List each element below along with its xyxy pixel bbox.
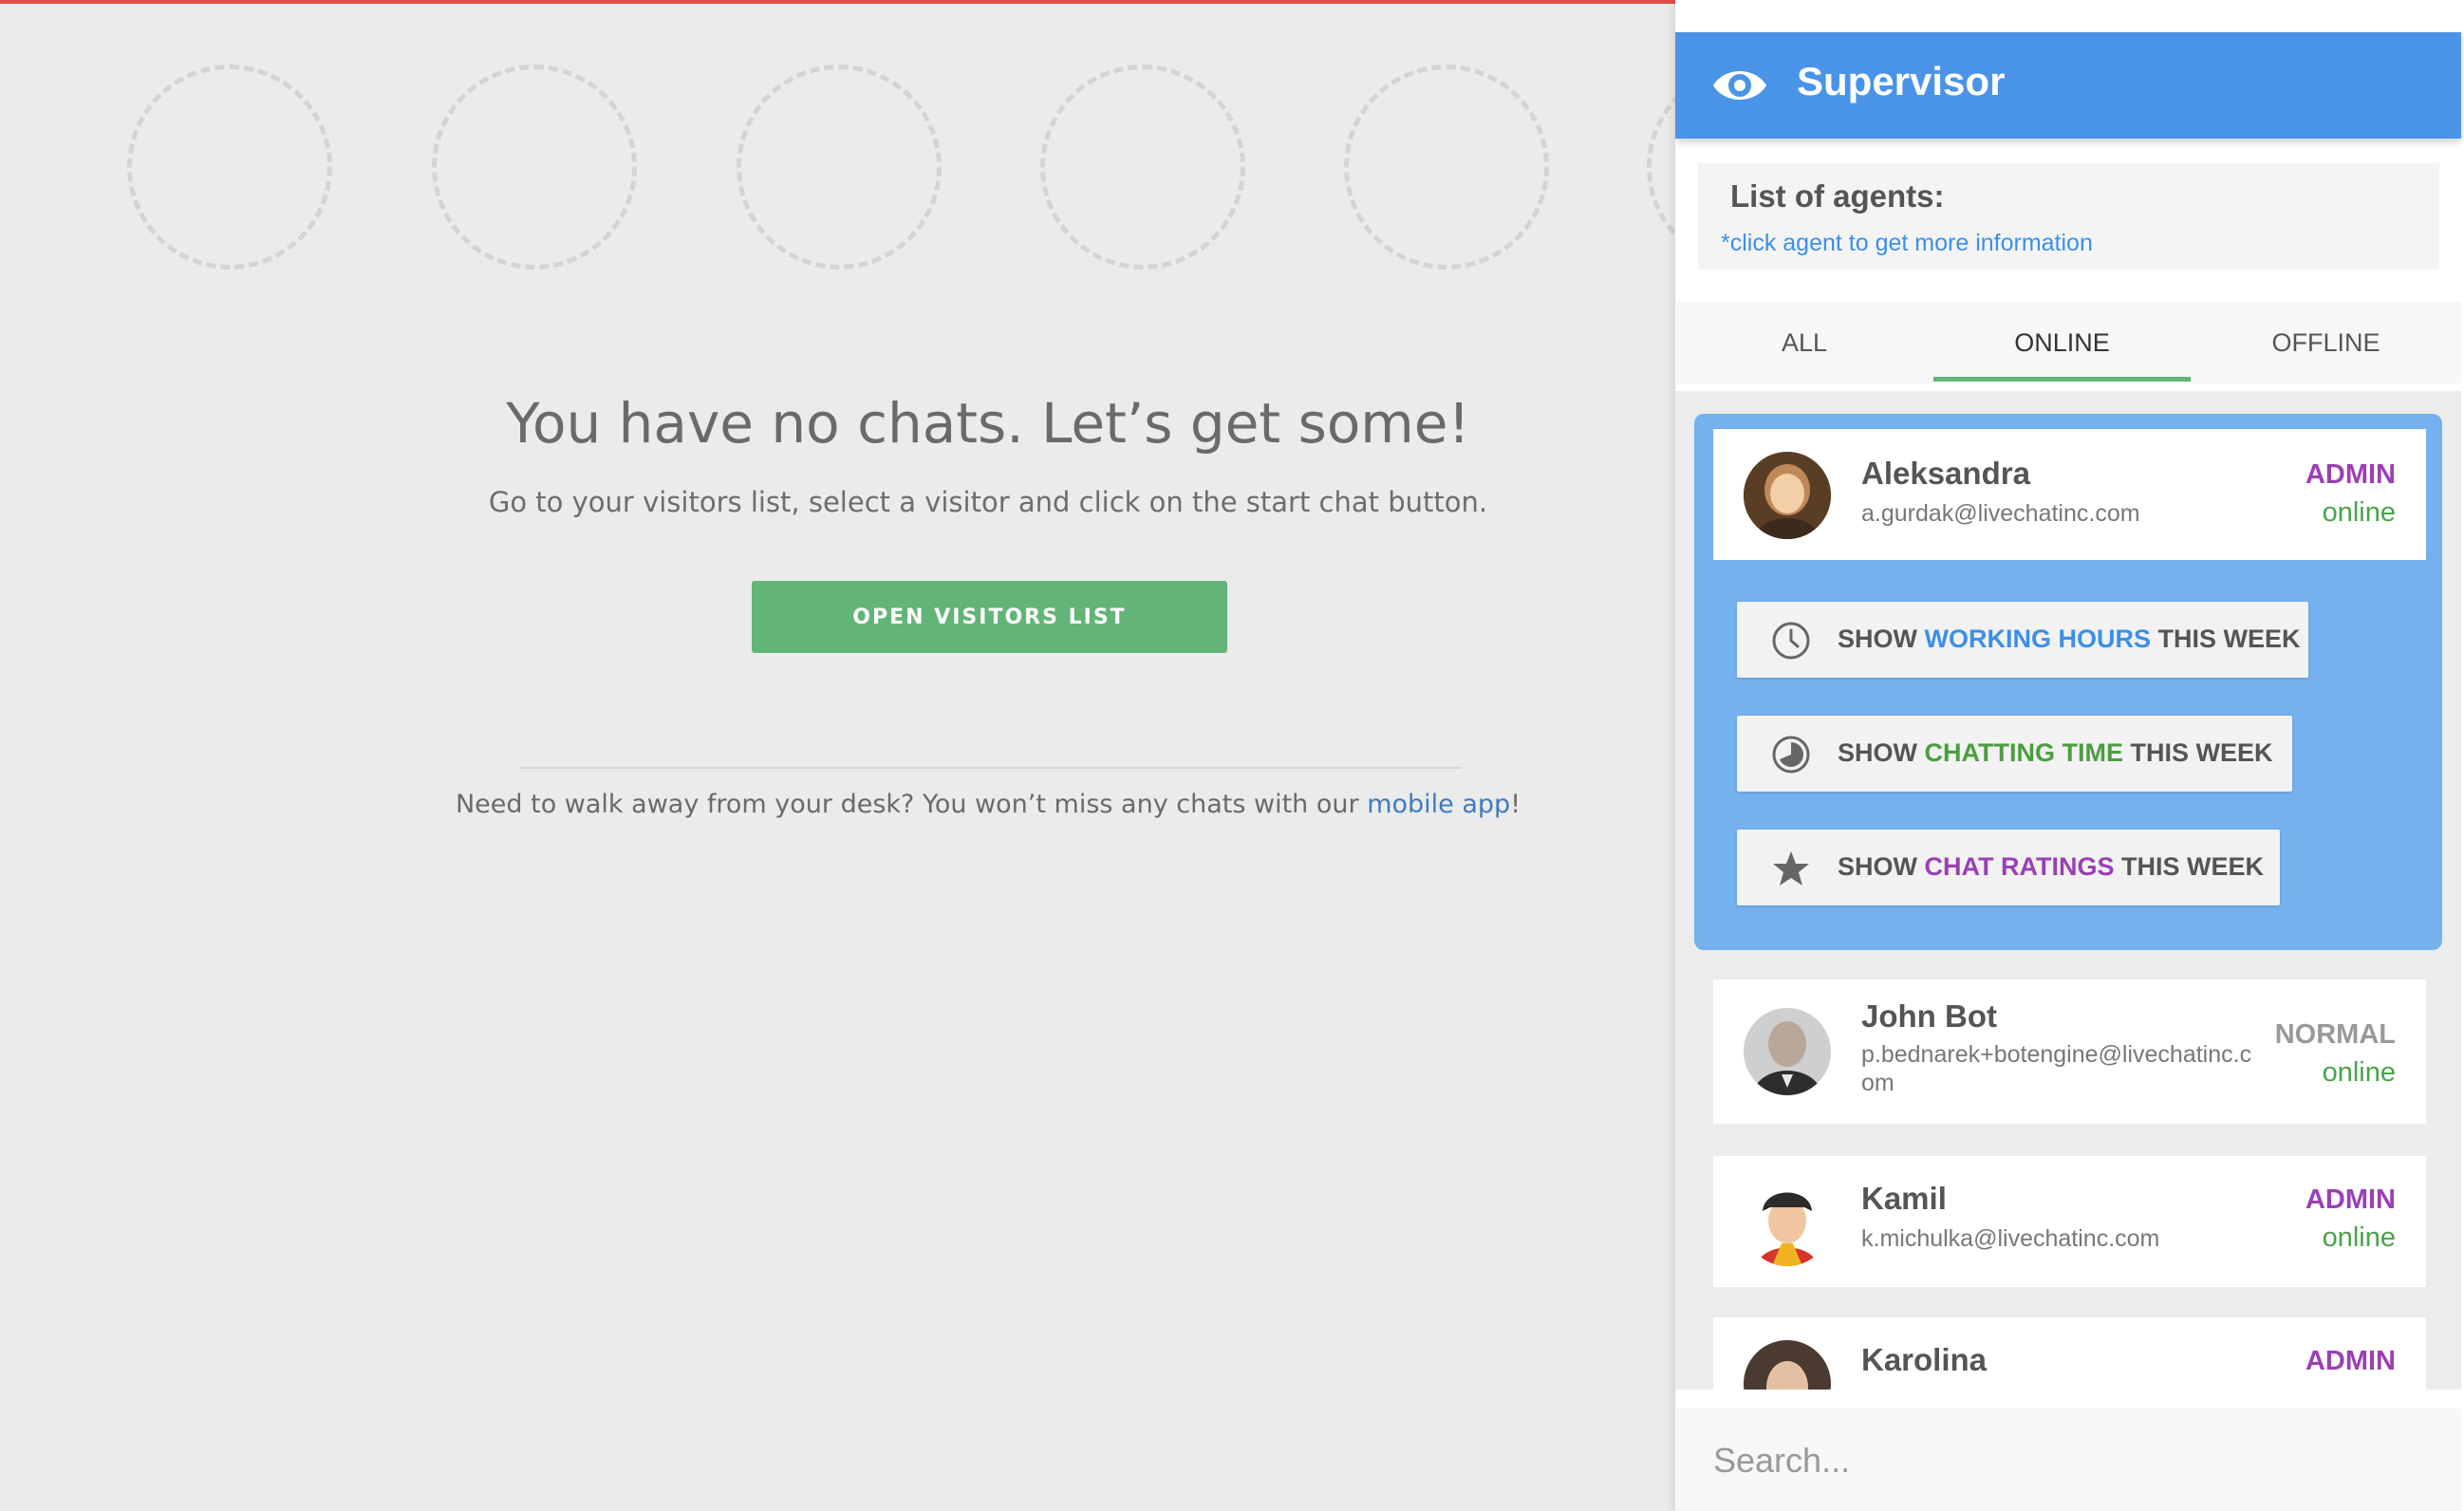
mobile-app-link[interactable]: mobile app (1367, 790, 1510, 819)
divider (519, 767, 1462, 769)
action-highlight: WORKING HOURS (1924, 625, 2152, 653)
action-highlight: CHAT RATINGS (1924, 852, 2115, 881)
agent-email: a.gurdak@livechatinc.com (1861, 500, 2140, 527)
action-highlight: CHATTING TIME (1924, 738, 2123, 767)
placeholder-circle (432, 65, 637, 270)
supervisor-panel: Supervisor List of agents: *click agent … (1675, 0, 2464, 1511)
avatar-image (1744, 1008, 1831, 1095)
action-suffix: THIS WEEK (2122, 738, 2273, 767)
agent-role-badge: NORMAL (2274, 1019, 2396, 1050)
agent-name: John Bot (1861, 998, 1997, 1034)
main-chat-area: You have no chats. Let’s get some! Go to… (0, 0, 1852, 1511)
action-suffix: THIS WEEK (2114, 852, 2264, 881)
agents-list-hint: *click agent to get more information (1721, 230, 2093, 256)
agent-status: online (2322, 497, 2396, 528)
avatar (1744, 1008, 1831, 1095)
agent-card-kamil[interactable]: Kamil k.michulka@livechatinc.com ADMIN o… (1713, 1156, 2426, 1287)
open-visitors-list-button[interactable]: OPEN VISITORS LIST (752, 581, 1227, 653)
agent-role-badge: ADMIN (2305, 459, 2396, 490)
agent-email-wrap: om (1861, 1070, 1895, 1096)
show-chatting-time-button[interactable]: SHOW CHATTING TIME THIS WEEK (1737, 716, 2292, 792)
agent-email: p.bednarek+botengine@livechatinc.c (1861, 1041, 2252, 1068)
tab-online[interactable]: ONLINE (1933, 302, 2191, 383)
star-icon (1773, 851, 1809, 886)
avatar-image (1744, 1340, 1831, 1390)
agent-card-aleksandra[interactable]: Aleksandra a.gurdak@livechatinc.com ADMI… (1713, 429, 2426, 560)
active-tab-indicator (1933, 377, 2191, 382)
supervisor-title: Supervisor (1797, 59, 2006, 103)
agent-role-badge: ADMIN (2305, 1346, 2396, 1376)
agent-card-karolina[interactable]: Karolina ADMIN (1713, 1317, 2426, 1390)
agent-role-badge: ADMIN (2305, 1185, 2396, 1215)
eye-icon (1713, 71, 1766, 100)
agents-list-heading: List of agents: (1730, 178, 1945, 214)
tab-offline[interactable]: OFFLINE (2191, 302, 2461, 383)
show-chat-ratings-button[interactable]: SHOW CHAT RATINGS THIS WEEK (1737, 830, 2280, 905)
agent-card-john-bot[interactable]: John Bot p.bednarek+botengine@livechatin… (1713, 979, 2426, 1124)
action-suffix: THIS WEEK (2151, 625, 2301, 653)
supervisor-header: Supervisor (1675, 32, 2461, 139)
avatar (1744, 452, 1831, 539)
expanded-agent-panel: Aleksandra a.gurdak@livechatinc.com ADMI… (1694, 414, 2442, 950)
search-bar (1675, 1408, 2461, 1511)
action-prefix: SHOW (1838, 738, 1925, 767)
avatar (1744, 1340, 1831, 1390)
placeholder-circle (737, 65, 942, 270)
agent-filter-tabs: ALL ONLINE OFFLINE (1675, 302, 2461, 383)
agent-status: online (2322, 1057, 2396, 1088)
top-accent-line (0, 0, 1675, 4)
agent-email: k.michulka@livechatinc.com (1861, 1225, 2160, 1252)
avatar-image (1744, 452, 1831, 539)
avatar-image (1744, 1179, 1831, 1266)
show-working-hours-button[interactable]: SHOW WORKING HOURS THIS WEEK (1737, 602, 2308, 678)
action-prefix: SHOW (1838, 625, 1925, 653)
action-prefix: SHOW (1838, 852, 1925, 881)
tab-all[interactable]: ALL (1675, 302, 1933, 383)
agent-name: Kamil (1861, 1181, 1947, 1216)
mobile-app-note-text: Need to walk away from your desk? You wo… (455, 790, 1368, 819)
mobile-app-note-end: ! (1510, 790, 1521, 819)
agent-list: Aleksandra a.gurdak@livechatinc.com ADMI… (1675, 391, 2461, 1390)
placeholder-circle (1344, 65, 1549, 270)
avatar (1744, 1179, 1831, 1266)
placeholder-circle (1040, 65, 1245, 270)
placeholder-circle (127, 65, 332, 270)
chat-time-icon (1772, 736, 1810, 774)
agent-name: Karolina (1861, 1342, 1988, 1377)
search-input[interactable] (1713, 1437, 2416, 1484)
agent-name: Aleksandra (1861, 456, 2030, 491)
agent-status: online (2322, 1222, 2396, 1253)
clock-icon (1772, 622, 1810, 660)
agents-info-box: List of agents: *click agent to get more… (1698, 163, 2439, 270)
